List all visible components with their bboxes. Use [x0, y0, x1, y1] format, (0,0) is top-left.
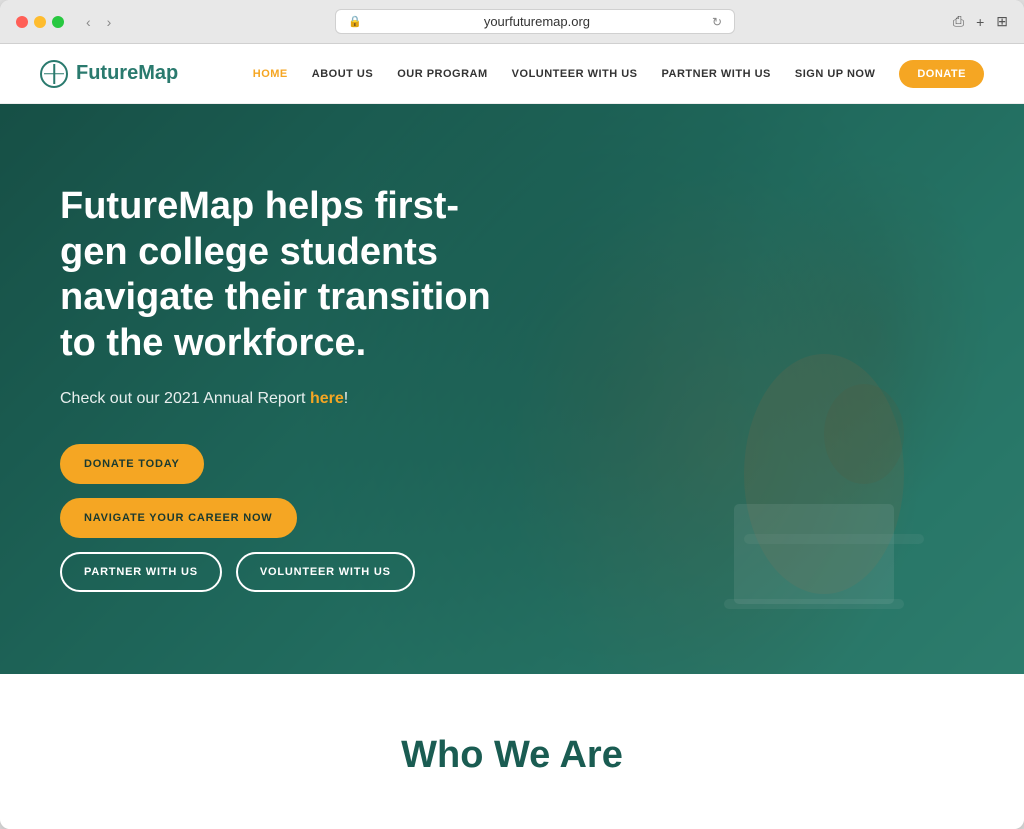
new-tab-button[interactable]: +: [976, 13, 984, 30]
nav-partner[interactable]: PARTNER WITH US: [662, 68, 771, 80]
partner-button[interactable]: PARTNER WITH US: [60, 552, 222, 592]
browser-titlebar: ‹ › 🔒 yourfuturemap.org ↻ ⎙ + ⊞: [0, 0, 1024, 44]
back-button[interactable]: ‹: [80, 12, 97, 32]
browser-content: FutureMap HOME ABOUT US OUR PROGRAM VOLU…: [0, 44, 1024, 829]
site-wrapper: FutureMap HOME ABOUT US OUR PROGRAM VOLU…: [0, 44, 1024, 829]
brand-name: FutureMap: [76, 62, 178, 85]
minimize-button[interactable]: [34, 16, 46, 28]
navigate-career-button[interactable]: NAVIGATE YOUR CAREER NOW: [60, 498, 297, 538]
browser-window: ‹ › 🔒 yourfuturemap.org ↻ ⎙ + ⊞ FutureMa…: [0, 0, 1024, 829]
who-section: Who We Are: [0, 674, 1024, 829]
browser-actions: ⎙ + ⊞: [953, 13, 1008, 30]
donate-today-button[interactable]: DONATE TODAY: [60, 444, 204, 484]
brand: FutureMap: [40, 60, 178, 88]
donate-button[interactable]: DONATE: [899, 60, 984, 88]
maximize-button[interactable]: [52, 16, 64, 28]
nav-signup[interactable]: SIGN UP NOW: [795, 68, 875, 80]
nav-about[interactable]: ABOUT US: [312, 68, 373, 80]
subtitle-suffix: !: [344, 390, 348, 407]
hero-btn-row: PARTNER WITH US VOLUNTEER WITH US: [60, 552, 415, 592]
nav-program[interactable]: OUR PROGRAM: [397, 68, 487, 80]
navbar: FutureMap HOME ABOUT US OUR PROGRAM VOLU…: [0, 44, 1024, 104]
nav-home[interactable]: HOME: [253, 68, 288, 80]
hero-buttons: DONATE TODAY NAVIGATE YOUR CAREER NOW PA…: [60, 444, 500, 592]
hero-subtitle: Check out our 2021 Annual Report here!: [60, 390, 500, 408]
navbar-nav: HOME ABOUT US OUR PROGRAM VOLUNTEER WITH…: [253, 60, 984, 88]
close-button[interactable]: [16, 16, 28, 28]
hero-content: FutureMap helps first-gen college studen…: [0, 104, 560, 632]
reload-icon: ↻: [712, 15, 722, 29]
lock-icon: 🔒: [348, 15, 362, 28]
hero-illustration: [544, 274, 964, 674]
forward-button[interactable]: ›: [101, 12, 118, 32]
volunteer-button[interactable]: VOLUNTEER WITH US: [236, 552, 415, 592]
url-text: yourfuturemap.org: [368, 14, 706, 29]
annual-report-link[interactable]: here: [310, 390, 344, 407]
who-title: Who We Are: [40, 734, 984, 777]
nav-volunteer[interactable]: VOLUNTEER WITH US: [512, 68, 638, 80]
hero-section: FutureMap helps first-gen college studen…: [0, 104, 1024, 674]
traffic-lights: [16, 16, 64, 28]
extensions-button[interactable]: ⊞: [996, 13, 1008, 30]
address-bar[interactable]: 🔒 yourfuturemap.org ↻: [335, 9, 735, 34]
brand-logo: [40, 60, 68, 88]
hero-title: FutureMap helps first-gen college studen…: [60, 184, 500, 366]
subtitle-prefix: Check out our 2021 Annual Report: [60, 390, 310, 407]
share-button[interactable]: ⎙: [953, 13, 964, 30]
browser-nav: ‹ ›: [80, 12, 117, 32]
